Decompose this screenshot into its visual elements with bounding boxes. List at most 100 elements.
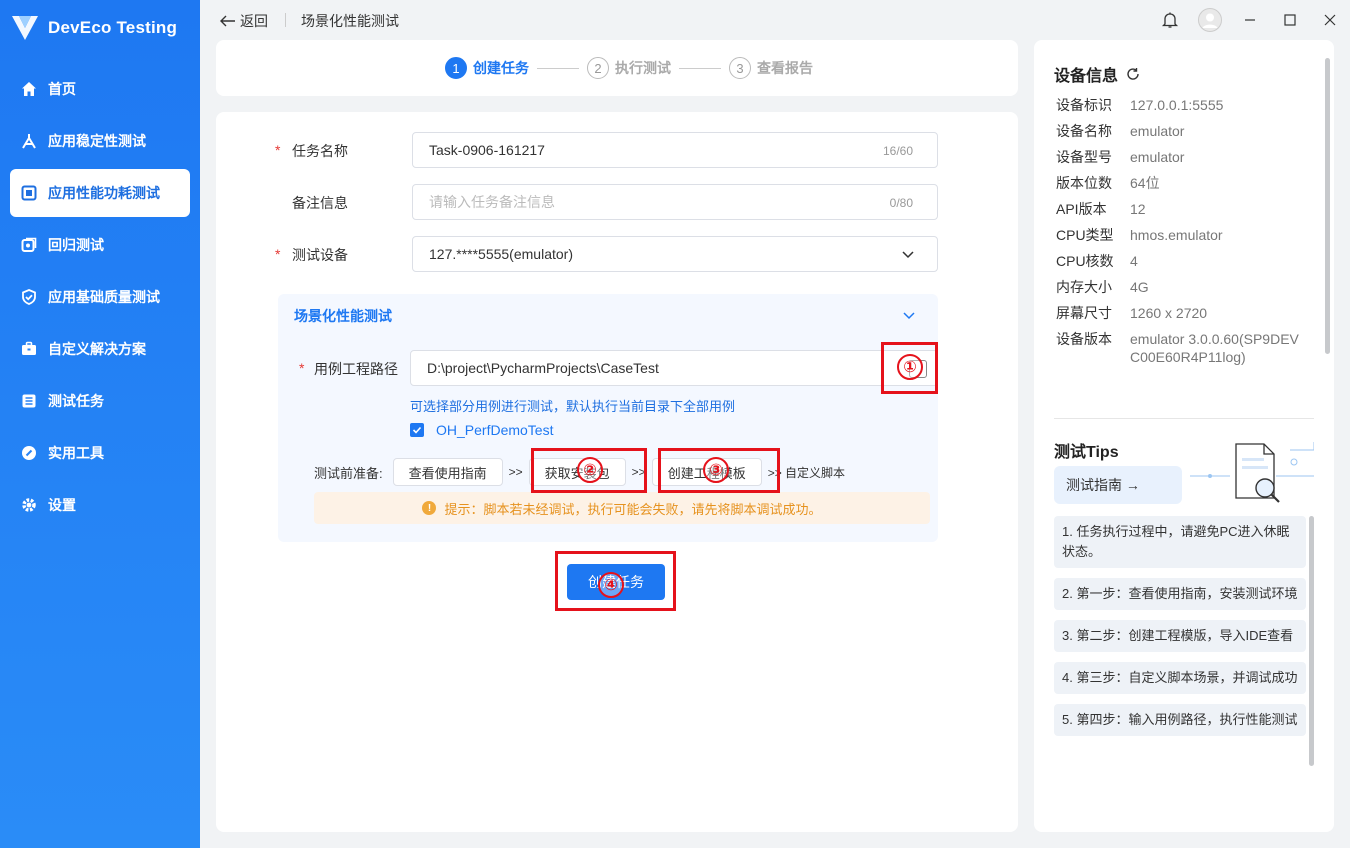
case-item[interactable]: OH_PerfDemoTest [410, 422, 553, 438]
case-path-input[interactable]: D:\project\PycharmProjects\CaseTest [410, 350, 938, 386]
right-panel: 设备信息 设备标识 127.0.0.1:5555 设备名称 emulator 设备型… [1034, 40, 1334, 832]
task-name-label: 任务名称 [292, 143, 348, 159]
regression-icon [20, 236, 38, 254]
step-connector [679, 67, 721, 69]
info-value: hmos.emulator [1130, 227, 1223, 243]
sidebar: DevEco Testing 首页 应用稳定性测试 应用性能功耗测试 回归测试 … [0, 0, 200, 848]
minimize-icon [1245, 19, 1255, 21]
sidebar-item-label: 自定义解决方案 [48, 341, 146, 357]
device-info-row: 设备标识 127.0.0.1:5555 [1056, 96, 1316, 114]
back-button[interactable]: 返回 [220, 11, 268, 31]
info-key: CPU类型 [1056, 227, 1114, 243]
sidebar-item-label: 测试任务 [48, 393, 104, 409]
maximize-button[interactable] [1270, 0, 1310, 40]
deveco-logo-icon [12, 16, 38, 40]
device-row: * 测试设备 127.****5555(emulator) [216, 236, 1018, 272]
sidebar-item-quality[interactable]: 应用基础质量测试 [10, 273, 190, 321]
task-name-row: * 任务名称 Task-0906-161217 16/60 [216, 132, 1018, 168]
info-value: 4G [1130, 279, 1149, 295]
chevron-down-icon[interactable] [902, 308, 916, 322]
sidebar-item-label: 应用性能功耗测试 [48, 185, 160, 201]
avatar-icon [1198, 8, 1222, 32]
stepper: 1 创建任务 2 执行测试 3 查看报告 [445, 57, 813, 79]
step-number: 1 [445, 57, 467, 79]
case-checkbox[interactable] [410, 423, 424, 437]
panel-divider [1054, 418, 1314, 419]
device-info-row: 设备名称 emulator [1056, 122, 1316, 140]
case-path-row: * 用例工程路径 D:\project\PycharmProjects\Case… [278, 350, 938, 386]
step-connector [537, 67, 579, 69]
device-info-row: CPU核数 4 [1056, 252, 1316, 270]
task-name-counter: 16/60 [882, 144, 913, 158]
sidebar-item-stability[interactable]: 应用稳定性测试 [10, 117, 190, 165]
arrow-left-icon [220, 15, 235, 27]
sidebar-item-settings[interactable]: 设置 [10, 481, 190, 529]
info-value: 64位 [1130, 175, 1160, 191]
scene-panel-title: 场景化性能测试 [294, 308, 392, 324]
sidebar-item-test-tasks[interactable]: 测试任务 [10, 377, 190, 425]
sidebar-item-home[interactable]: 首页 [10, 65, 190, 113]
step-label: 创建任务 [473, 60, 529, 76]
sidebar-item-performance[interactable]: 应用性能功耗测试 [10, 169, 190, 217]
tip-item: 4. 第三步：自定义脚本场景，并调试成功 [1054, 662, 1306, 694]
case-path-value: D:\project\PycharmProjects\CaseTest [427, 360, 659, 376]
notification-bell-button[interactable] [1150, 0, 1190, 40]
tips-scrollbar[interactable] [1309, 516, 1314, 766]
chevron-down-icon [902, 251, 914, 259]
device-info-row: API版本 12 [1056, 200, 1316, 218]
step-view-report: 3 查看报告 [729, 57, 813, 79]
user-avatar-button[interactable] [1190, 0, 1230, 40]
scene-test-panel: 场景化性能测试 * 用例工程路径 D:\project\PycharmProje… [278, 294, 938, 542]
remark-input[interactable]: 请输入任务备注信息 0/80 [412, 184, 938, 220]
tool-icon [20, 444, 38, 462]
maximize-icon [1284, 14, 1296, 26]
sidebar-item-regression[interactable]: 回归测试 [10, 221, 190, 269]
info-key: 设备型号 [1056, 149, 1112, 165]
required-mark: * [275, 246, 281, 262]
device-info-row: 设备型号 emulator [1056, 148, 1316, 166]
stability-icon [20, 132, 38, 150]
device-info-row: 内存大小 4G [1056, 278, 1316, 296]
device-info-title-text: 设备信息 [1054, 68, 1119, 85]
step-label: 执行测试 [615, 60, 671, 76]
check-icon [412, 426, 422, 434]
info-key: 设备版本 [1056, 331, 1112, 347]
task-name-input[interactable]: Task-0906-161217 16/60 [412, 132, 938, 168]
info-value: 4 [1130, 253, 1138, 269]
view-guide-button[interactable]: 查看使用指南 [392, 458, 503, 486]
warning-tip: ! 提示：脚本若未经调试，执行可能会失败，请先将脚本调试成功。 [314, 492, 930, 524]
sidebar-item-custom-solution[interactable]: 自定义解决方案 [10, 325, 190, 373]
task-name-value: Task-0906-161217 [429, 142, 545, 158]
refresh-icon[interactable] [1126, 67, 1140, 81]
info-value: emulator [1130, 123, 1185, 139]
tip-item: 5. 第四步：输入用例路径，执行性能测试 [1054, 704, 1306, 736]
device-info-title: 设备信息 [1054, 62, 1140, 86]
briefcase-icon [20, 340, 38, 358]
prep-label: 测试前准备: [314, 465, 383, 481]
tip-item: 3. 第二步：创建工程模版，导入IDE查看 [1054, 620, 1306, 652]
sidebar-item-label: 首页 [48, 81, 76, 97]
window-controls [1150, 0, 1350, 40]
device-select[interactable]: 127.****5555(emulator) [412, 236, 938, 272]
close-icon [1324, 14, 1336, 26]
sidebar-item-tools[interactable]: 实用工具 [10, 429, 190, 477]
minimize-button[interactable] [1230, 0, 1270, 40]
close-button[interactable] [1310, 0, 1350, 40]
device-info-row: 版本位数 64位 [1056, 174, 1316, 192]
device-label: 测试设备 [292, 247, 348, 263]
step-run-test: 2 执行测试 [587, 57, 671, 79]
step-number: 3 [729, 57, 751, 79]
device-value: 127.****5555(emulator) [429, 246, 573, 262]
gear-icon [20, 496, 38, 514]
info-key: 设备标识 [1056, 97, 1112, 113]
info-key: 屏幕尺寸 [1056, 305, 1112, 321]
case-path-label: 用例工程路径 [314, 361, 398, 377]
info-key: CPU核数 [1056, 253, 1114, 269]
device-info-scrollbar[interactable] [1325, 58, 1330, 354]
test-guide-button[interactable]: 测试指南 → [1054, 466, 1182, 504]
info-value: 127.0.0.1:5555 [1130, 97, 1224, 113]
document-search-illustration-icon [1190, 442, 1314, 503]
prep-arrow: >> [508, 465, 523, 479]
info-value: emulator [1130, 149, 1185, 165]
device-info-row: 设备版本 emulator 3.0.0.60(SP9DEVC00E60R4P11l… [1056, 330, 1316, 366]
